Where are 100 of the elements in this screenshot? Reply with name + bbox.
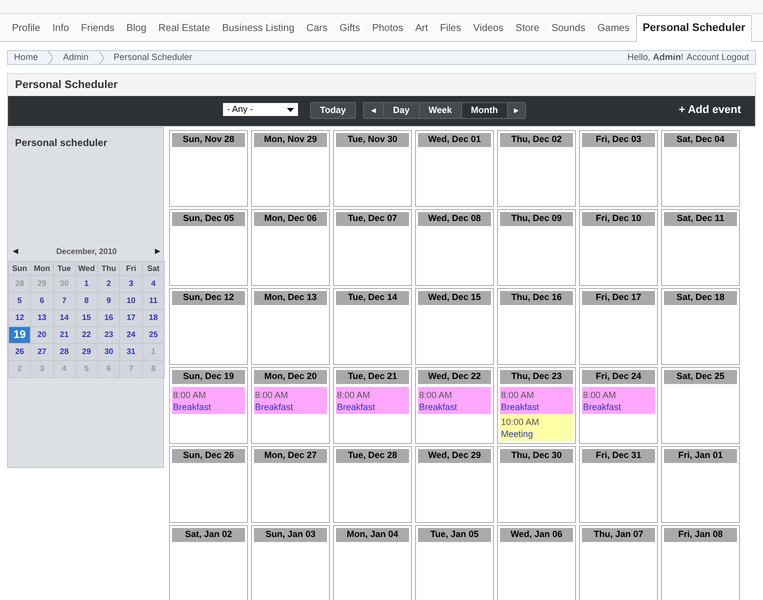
calendar-day[interactable]: 11: [142, 293, 164, 309]
calendar-day[interactable]: 1: [76, 276, 98, 292]
day-header: Mon, Dec 20: [254, 370, 327, 384]
nav-tab[interactable]: Real Estate: [152, 15, 216, 41]
nav-tab[interactable]: Profile: [6, 15, 46, 41]
calendar-day[interactable]: 22: [76, 327, 98, 343]
event-entry[interactable]: 8:00 AM Breakfast: [582, 387, 655, 414]
day-header: Mon, Jan 04: [336, 528, 409, 542]
day-header: Sun, Nov 28: [172, 133, 245, 147]
calendar-day[interactable]: 6: [31, 293, 53, 309]
weekday-label: Thu: [98, 262, 120, 275]
event-entry[interactable]: 8:00 AM Breakfast: [172, 387, 245, 414]
calendar-day[interactable]: 4: [142, 276, 164, 292]
day-header: Fri, Dec 03: [582, 133, 655, 147]
calendar-day[interactable]: 15: [76, 310, 98, 326]
view-tab[interactable]: Day: [384, 103, 420, 118]
calendar-day[interactable]: 5: [9, 293, 30, 309]
breadcrumb-separator-icon: [48, 50, 54, 64]
calendar-day[interactable]: 16: [98, 310, 120, 326]
calendar-day[interactable]: 21: [54, 327, 75, 343]
day-header: Mon, Dec 06: [254, 212, 327, 226]
next-month-button[interactable]: ►: [153, 245, 162, 259]
day-header: Fri, Dec 24: [582, 370, 655, 384]
nav-tab[interactable]: Info: [46, 15, 76, 41]
day-header: Sat, Dec 18: [664, 291, 737, 305]
calendar-day[interactable]: 7: [54, 293, 75, 309]
calendar-day[interactable]: 3: [120, 276, 142, 292]
next-button[interactable]: ►: [508, 103, 525, 118]
nav-tab[interactable]: Files: [434, 15, 468, 41]
nav-tab[interactable]: Games: [591, 15, 636, 41]
calendar-day[interactable]: 17: [120, 310, 142, 326]
nav-tab[interactable]: Blog: [120, 15, 152, 41]
nav-tab[interactable]: Videos: [467, 15, 510, 41]
sidebar-title: Personal scheduler: [15, 137, 108, 151]
day-header: Sun, Dec 19: [172, 370, 245, 384]
weekday-label: Tue: [54, 262, 75, 275]
day-header: Thu, Dec 30: [500, 449, 573, 463]
calendar-day[interactable]: 18: [142, 310, 164, 326]
event-title: Breakfast: [419, 400, 458, 412]
event-time: 8:00 AM: [255, 388, 290, 400]
nav-tab[interactable]: Art: [409, 15, 434, 41]
day-header: Wed, Dec 15: [418, 291, 491, 305]
add-event-button[interactable]: + Add event: [678, 102, 741, 118]
day-header: Wed, Dec 01: [418, 133, 491, 147]
day-header: Tue, Dec 14: [336, 291, 409, 305]
calendar-day[interactable]: 10: [120, 293, 142, 309]
day-header: Sun, Dec 12: [172, 291, 245, 305]
calendar-day[interactable]: 23: [98, 327, 120, 343]
month-label: December, 2010: [56, 246, 117, 258]
event-entry[interactable]: 10:00 AM Meeting: [500, 414, 573, 441]
event-entry[interactable]: 8:00 AM Breakfast: [500, 387, 573, 414]
day-header: Thu, Jan 07: [582, 528, 655, 542]
calendar-day[interactable]: 29: [76, 344, 98, 360]
calendar-day[interactable]: 24: [120, 327, 142, 343]
logout-link[interactable]: Account Logout: [686, 50, 749, 64]
breadcrumb-link[interactable]: Home: [14, 50, 38, 64]
nav-tab[interactable]: Personal Scheduler: [636, 15, 752, 42]
day-header: Wed, Dec 08: [418, 212, 491, 226]
event-title: Breakfast: [173, 400, 212, 412]
nav-tab[interactable]: Sounds: [545, 15, 592, 41]
day-header: Thu, Dec 16: [500, 291, 573, 305]
breadcrumb-link[interactable]: Personal Scheduler: [114, 50, 192, 64]
event-entry[interactable]: 8:00 AM Breakfast: [254, 387, 327, 414]
event-entry[interactable]: 8:00 AM Breakfast: [418, 387, 491, 414]
nav-tab[interactable]: Friends: [75, 15, 120, 41]
nav-tab[interactable]: Gifts: [334, 15, 366, 41]
nav-tab[interactable]: Photos: [366, 15, 410, 41]
calendar-day[interactable]: 12: [9, 310, 30, 326]
day-header: Tue, Dec 21: [336, 370, 409, 384]
event-time: 8:00 AM: [173, 388, 208, 400]
calendar-day[interactable]: 25: [142, 327, 164, 343]
breadcrumb-link[interactable]: Admin: [63, 50, 89, 64]
day-header: Wed, Jan 06: [500, 528, 573, 542]
event-entry[interactable]: 8:00 AM Breakfast: [336, 387, 409, 414]
today-button[interactable]: Today: [310, 102, 356, 119]
nav-tab[interactable]: Store: [510, 15, 546, 41]
weekday-label: Sat: [142, 262, 164, 275]
event-time: 8:00 AM: [419, 388, 454, 400]
nav-tab[interactable]: Business Listing: [216, 15, 300, 41]
event-time: 8:00 AM: [583, 388, 618, 400]
calendar-day[interactable]: 13: [31, 310, 53, 326]
filter-dropdown[interactable]: - Any -: [223, 103, 298, 116]
calendar-day[interactable]: 2: [98, 276, 120, 292]
calendar-day[interactable]: 14: [54, 310, 75, 326]
event-time: 8:00 AM: [337, 388, 372, 400]
weekday-label: Wed: [76, 262, 98, 275]
previous-button[interactable]: ◄: [364, 103, 384, 118]
view-tab[interactable]: Week: [420, 103, 462, 118]
calendar-day[interactable]: 31: [120, 344, 142, 360]
day-header: Sat, Dec 11: [664, 212, 737, 226]
calendar-day[interactable]: 20: [31, 327, 53, 343]
previous-month-button[interactable]: ◄: [11, 245, 20, 259]
calendar-day[interactable]: 9: [98, 293, 120, 309]
calendar-day[interactable]: 26: [9, 344, 30, 360]
calendar-day[interactable]: 27: [31, 344, 53, 360]
calendar-day[interactable]: 28: [54, 344, 75, 360]
nav-tab[interactable]: Cars: [300, 15, 334, 41]
calendar-day[interactable]: 8: [76, 293, 98, 309]
calendar-day[interactable]: 30: [98, 344, 120, 360]
calendar-day[interactable]: 19: [9, 327, 30, 343]
